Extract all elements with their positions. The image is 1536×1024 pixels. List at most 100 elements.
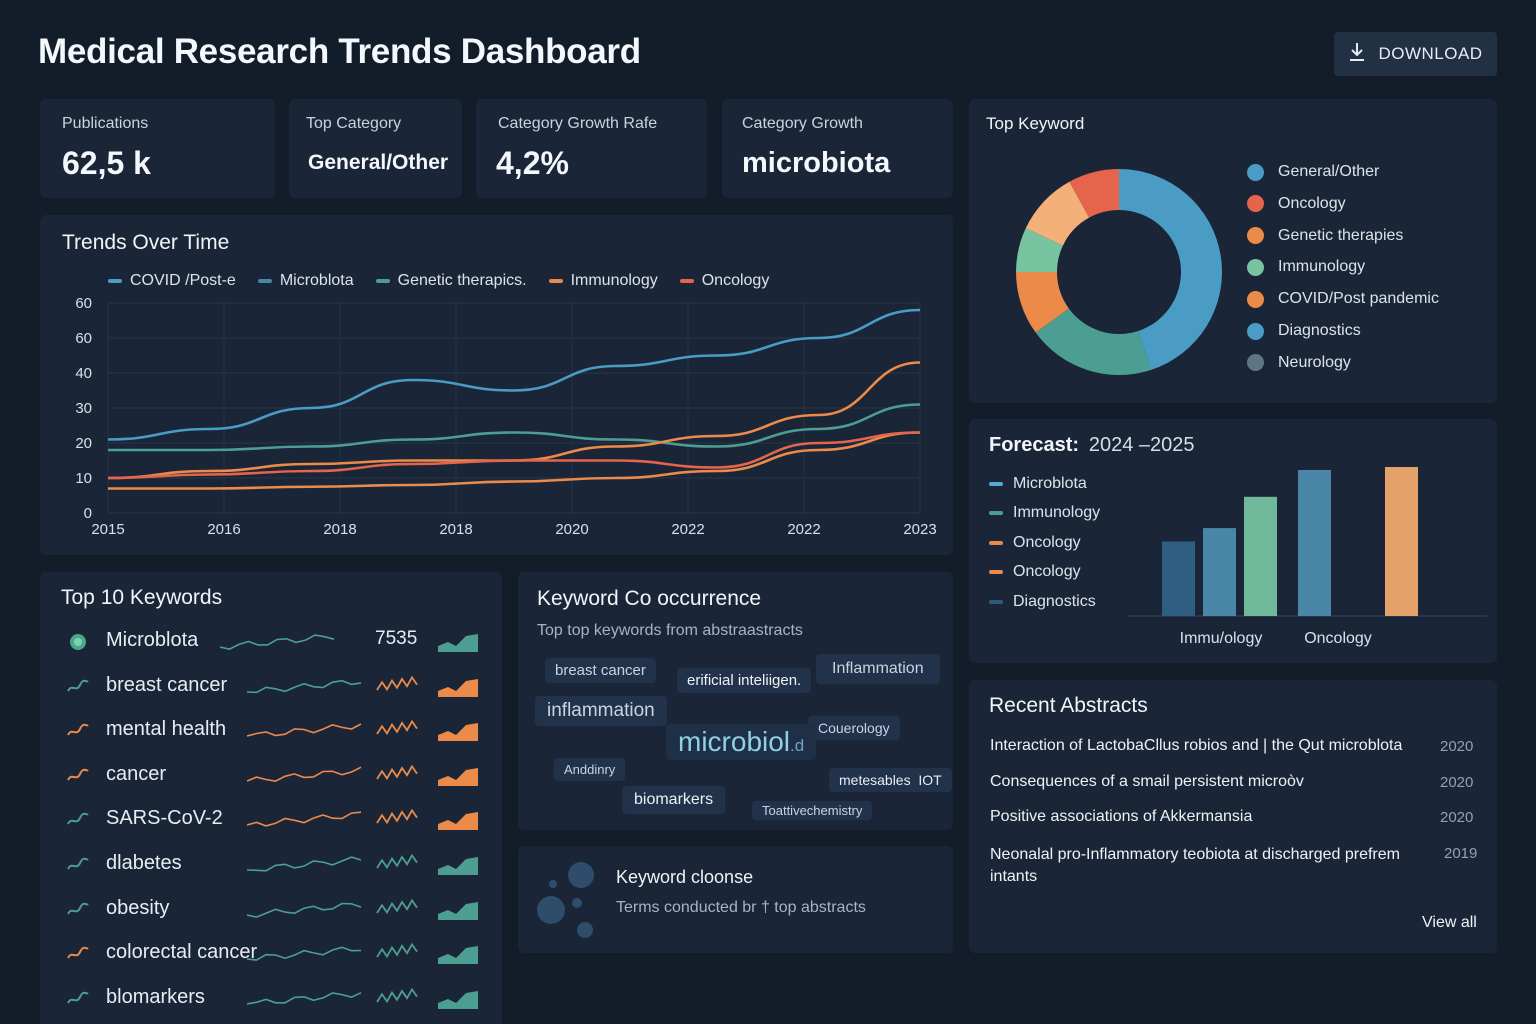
abstract-title: Positive associations of Akkermansia <box>990 808 1253 825</box>
y-tick-label: 10 <box>75 470 92 487</box>
top-keyword-card: Top Keyword General/Other Oncology Genetic… <box>969 99 1497 403</box>
keyword-row[interactable]: colorectal cancer <box>62 934 482 974</box>
bar[interactable] <box>1244 496 1277 616</box>
keyword-name: blomarkers <box>106 985 205 1008</box>
x-tick-label: 2018 <box>323 521 356 538</box>
keyword-tag-text: IOT <box>918 772 942 788</box>
keyword-row[interactable]: blomarkers <box>62 979 482 1019</box>
legend-label: COVID/Post pandemic <box>1278 290 1439 308</box>
trends-card: Trends Over Time COVID /Post-e Microblot… <box>40 215 953 555</box>
legend-item: Oncology <box>989 563 1081 581</box>
y-tick-label: 30 <box>75 400 92 417</box>
legend-swatch <box>989 570 1003 575</box>
legend-label: Oncology <box>1013 563 1081 581</box>
y-tick-label: 20 <box>75 435 92 452</box>
keyword-row[interactable]: dlabetes <box>62 845 482 885</box>
top-keywords-card: Top 10 Keywords Microblota 7535 breast can… <box>40 572 502 1024</box>
download-label: DOWNLOAD <box>1378 44 1483 63</box>
y-tick-label: 0 <box>84 505 92 522</box>
bar[interactable] <box>1203 528 1236 616</box>
x-tick-label: 2018 <box>439 521 472 538</box>
keyword-row[interactable]: cancer <box>62 756 482 796</box>
keyword-mini-sparkline <box>376 675 418 691</box>
keyword-area-chart <box>438 634 478 652</box>
abstract-item[interactable]: Neonalal pro-Inflammatory teobiota at di… <box>990 844 1430 888</box>
keyword-area-chart <box>438 946 478 965</box>
keyword-row[interactable]: SARS-CoV-2 <box>62 800 482 840</box>
kpi-value: microbiota <box>742 147 891 179</box>
keyword-area-chart <box>438 857 478 875</box>
legend-label: Diagnostics <box>1278 322 1361 339</box>
bar[interactable] <box>1298 469 1331 616</box>
kpi-value: 62,5 k <box>62 145 151 181</box>
keyword-cluster-card: Keyword cloonse Terms conducted br † top… <box>518 846 953 953</box>
keyword-tag[interactable]: Toattivechemistry <box>752 801 873 820</box>
keyword-mini-sparkline <box>376 764 418 780</box>
cooccurrence-card: Keyword Co occurrence Top top keywords f… <box>518 572 953 830</box>
keyword-tag[interactable]: biomarkers <box>622 786 726 814</box>
keyword-name: dlabetes <box>106 852 182 874</box>
keyword-row[interactable]: obesity <box>62 890 482 930</box>
keyword-row[interactable]: mental health <box>62 711 482 751</box>
abstract-year: 2019 <box>1444 845 1478 862</box>
keyword-area-chart <box>438 678 478 697</box>
trend-icon <box>67 679 89 692</box>
keyword-tag[interactable]: Anddinry <box>554 758 626 781</box>
keyword-sparkline <box>247 856 362 872</box>
keyword-tag[interactable]: metesables IOT <box>829 768 952 792</box>
forecast-card: Forecast: 2024 –2025 Microblota Immunolog… <box>969 419 1497 663</box>
keyword-area-chart <box>438 767 478 786</box>
trend-icon <box>67 857 89 870</box>
legend-item: Microblota <box>989 475 1087 493</box>
keyword-name: mental health <box>106 718 227 741</box>
legend-swatch <box>989 540 1003 545</box>
legend-label: Oncology <box>1013 533 1081 551</box>
keyword-name: obesity <box>106 896 170 919</box>
keyword-tag-highlight[interactable]: microbiol.d <box>666 724 817 760</box>
y-tick-label: 60 <box>75 295 92 312</box>
top-keyword-donut-chart <box>1016 169 1222 375</box>
keyword-name: cancer <box>106 762 167 785</box>
legend-dot <box>1247 322 1264 340</box>
kpi-label: Publications <box>62 115 149 132</box>
keyword-row[interactable]: Microblota 7535 <box>62 622 482 662</box>
recent-title: Recent Abstracts <box>989 694 1148 717</box>
abstract-item[interactable]: Consequences of a smail persistent micro… <box>990 773 1490 791</box>
keyword-row[interactable]: breast cancer <box>62 667 482 707</box>
keyword-name: SARS-CoV-2 <box>106 807 223 830</box>
keyword-tag[interactable]: erificial inteliigen. <box>677 668 812 693</box>
bar[interactable] <box>1385 467 1418 616</box>
keyword-sparkline <box>247 902 362 918</box>
legend-item: Diagnostics <box>1247 322 1361 340</box>
bar[interactable] <box>1162 541 1195 617</box>
legend-dot <box>1247 354 1264 372</box>
cluster-title: Keyword cloonse <box>616 867 754 887</box>
cluster-subtitle: Terms conducted br † top abstracts <box>616 899 866 916</box>
keyword-sparkline <box>247 679 362 693</box>
keyword-tag[interactable]: Couerology <box>808 716 900 740</box>
trend-icon <box>67 768 89 781</box>
keyword-tag[interactable]: Inflammation <box>816 654 940 684</box>
keyword-count: 7535 <box>375 628 418 649</box>
keyword-sparkline <box>247 723 362 737</box>
abstract-title: Neonalal pro-Inflammatory teobiota at di… <box>990 846 1400 885</box>
kpi-value: 4,2% <box>496 145 569 181</box>
top-keywords-title: Top 10 Keywords <box>61 586 223 609</box>
abstract-item[interactable]: Positive associations of Akkermansia <box>990 808 1490 826</box>
trend-icon <box>67 723 89 736</box>
keyword-tag[interactable]: inflammation <box>535 696 667 726</box>
x-tick-label: 2022 <box>787 521 820 538</box>
cooccurrence-subtitle: Top top keywords from abstraastracts <box>537 622 803 639</box>
abstract-item[interactable]: Interaction of LactobaCllus robios and |… <box>990 737 1490 755</box>
trend-icon <box>67 813 89 825</box>
view-all-link[interactable]: View all <box>1422 914 1477 932</box>
legend-swatch <box>989 599 1003 604</box>
legend-swatch <box>989 511 1003 516</box>
trends-line-chart: 0 10 20 30 40 60 60 2015 2016 2018 2018 2020 2022 202… <box>75 295 936 538</box>
legend-item: Immunology <box>1247 258 1365 276</box>
legend-item: Oncology <box>989 534 1081 552</box>
kpi-label: Top Category <box>306 115 402 132</box>
download-button[interactable]: DOWNLOAD <box>1334 32 1497 76</box>
keyword-tag[interactable]: breast cancer <box>545 658 656 683</box>
kpi-card-growth-rate: Category Growth Rafe 4,2% <box>476 99 707 198</box>
